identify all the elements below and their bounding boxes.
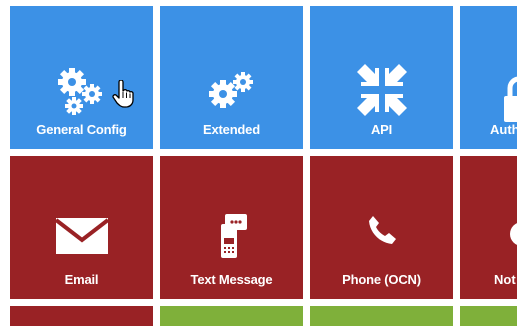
tile-email[interactable]: Email [10,156,153,299]
tile-label: Not [494,272,516,287]
tile-label: Phone (OCN) [342,272,421,287]
phone-icon [310,214,453,246]
tile-label: Auth [490,122,517,137]
tile-phone-ocn[interactable]: Phone (OCN) [310,156,453,299]
notification-icon [510,222,517,251]
tile-row3-4[interactable] [460,306,517,326]
tile-api[interactable]: API [310,6,453,149]
tile-label: General Config [36,122,127,137]
lock-icon [504,76,517,127]
tile-notification[interactable]: Not [460,156,517,299]
tile-row3-3[interactable] [310,306,453,326]
tile-row3-2[interactable] [160,306,303,326]
envelope-icon [10,218,153,254]
tile-label: Email [64,272,99,287]
tile-label: Extended [203,122,260,137]
tile-label: Text Message [190,272,273,287]
tile-general-config[interactable]: General Config [10,6,153,149]
hand-cursor-icon [112,79,136,113]
tile-text-message[interactable]: Text Message [160,156,303,299]
mobile-message-icon [160,214,303,260]
gears-pair-icon [160,70,303,112]
tile-extended[interactable]: Extended [160,6,303,149]
tile-auth[interactable]: Auth [460,6,517,149]
tile-row3-1[interactable] [10,306,153,326]
compress-arrows-icon [310,64,453,116]
tile-label: API [370,122,393,137]
